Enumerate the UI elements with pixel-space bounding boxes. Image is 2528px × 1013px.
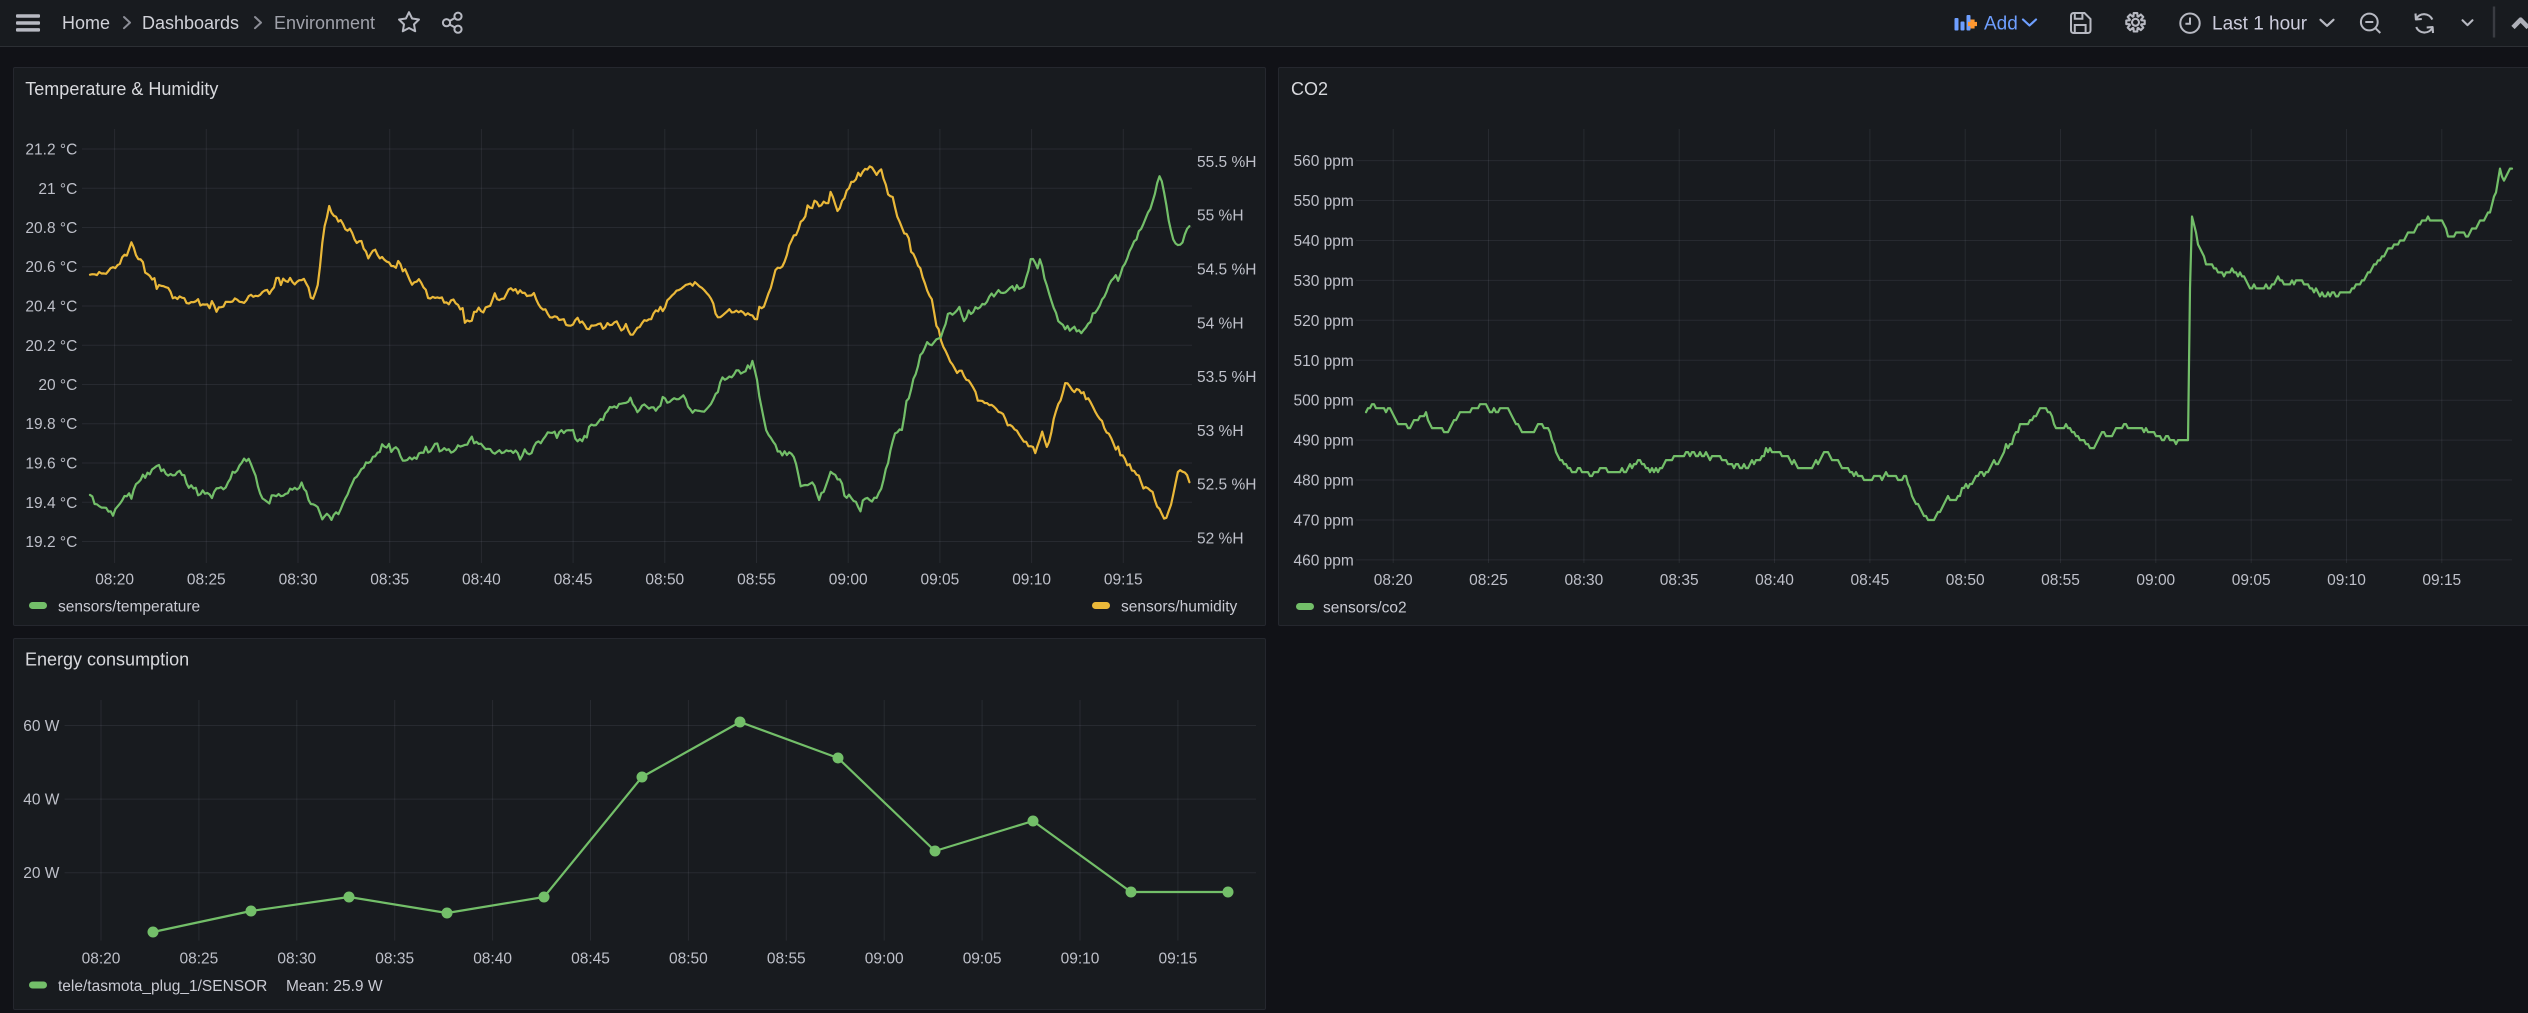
svg-text:Temperature & Humidity: Temperature & Humidity [25, 79, 218, 99]
svg-text:08:20: 08:20 [95, 572, 134, 589]
svg-text:490 ppm: 490 ppm [1293, 433, 1353, 450]
svg-text:20.8 °C: 20.8 °C [25, 220, 77, 237]
svg-text:08:35: 08:35 [1660, 572, 1699, 589]
svg-text:Last 1 hour: Last 1 hour [2212, 14, 2308, 35]
svg-text:09:10: 09:10 [2327, 572, 2366, 589]
svg-text:09:15: 09:15 [1104, 572, 1143, 589]
svg-text:19.8 °C: 19.8 °C [25, 416, 77, 433]
svg-text:19.4 °C: 19.4 °C [25, 495, 77, 512]
svg-text:52 %H: 52 %H [1197, 531, 1244, 548]
svg-text:09:15: 09:15 [2422, 572, 2461, 589]
svg-text:21.2 °C: 21.2 °C [25, 142, 77, 159]
svg-text:09:00: 09:00 [2136, 572, 2175, 589]
svg-text:Home: Home [62, 13, 110, 33]
svg-text:08:20: 08:20 [1374, 572, 1413, 589]
svg-text:08:45: 08:45 [571, 950, 610, 967]
svg-text:480 ppm: 480 ppm [1293, 473, 1353, 490]
svg-text:09:00: 09:00 [865, 950, 904, 967]
svg-text:20.6 °C: 20.6 °C [25, 259, 77, 276]
svg-text:55.5 %H: 55.5 %H [1197, 154, 1256, 171]
svg-text:53.5 %H: 53.5 %H [1197, 369, 1256, 386]
svg-text:08:50: 08:50 [645, 572, 684, 589]
svg-text:08:30: 08:30 [1565, 572, 1604, 589]
svg-text:Dashboards: Dashboards [142, 13, 239, 33]
svg-text:09:15: 09:15 [1159, 950, 1198, 967]
svg-text:08:55: 08:55 [2041, 572, 2080, 589]
svg-text:08:45: 08:45 [554, 572, 593, 589]
svg-text:55 %H: 55 %H [1197, 208, 1244, 225]
svg-text:54 %H: 54 %H [1197, 315, 1244, 332]
svg-text:Environment: Environment [274, 13, 375, 33]
svg-text:Mean: 25.9 W: Mean: 25.9 W [286, 978, 383, 995]
svg-text:19.6 °C: 19.6 °C [25, 456, 77, 473]
svg-text:08:50: 08:50 [669, 950, 708, 967]
svg-text:460 ppm: 460 ppm [1293, 552, 1353, 569]
svg-text:40 W: 40 W [23, 792, 60, 809]
svg-text:08:50: 08:50 [1946, 572, 1985, 589]
svg-text:510 ppm: 510 ppm [1293, 353, 1353, 370]
svg-text:08:30: 08:30 [277, 950, 316, 967]
svg-text:CO2: CO2 [1291, 79, 1328, 99]
svg-text:tele/tasmota_plug_1/SENSOR: tele/tasmota_plug_1/SENSOR [58, 978, 267, 995]
svg-text:sensors/co2: sensors/co2 [1323, 599, 1407, 616]
svg-text:09:05: 09:05 [921, 572, 960, 589]
svg-text:540 ppm: 540 ppm [1293, 233, 1353, 250]
svg-text:20.4 °C: 20.4 °C [25, 299, 77, 316]
svg-text:Energy consumption: Energy consumption [25, 650, 189, 670]
svg-text:520 ppm: 520 ppm [1293, 313, 1353, 330]
svg-text:52.5 %H: 52.5 %H [1197, 477, 1256, 494]
svg-text:08:30: 08:30 [279, 572, 318, 589]
svg-text:08:55: 08:55 [767, 950, 806, 967]
svg-text:Add: Add [1984, 14, 2018, 35]
svg-text:470 ppm: 470 ppm [1293, 513, 1353, 530]
svg-text:09:10: 09:10 [1061, 950, 1100, 967]
svg-text:54.5 %H: 54.5 %H [1197, 262, 1256, 279]
svg-text:08:45: 08:45 [1851, 572, 1890, 589]
svg-text:530 ppm: 530 ppm [1293, 273, 1353, 290]
svg-text:08:25: 08:25 [1469, 572, 1508, 589]
svg-text:550 ppm: 550 ppm [1293, 193, 1353, 210]
svg-text:09:05: 09:05 [2232, 572, 2271, 589]
svg-text:08:40: 08:40 [473, 950, 512, 967]
svg-text:sensors/humidity: sensors/humidity [1121, 599, 1238, 616]
svg-text:560 ppm: 560 ppm [1293, 153, 1353, 170]
svg-text:08:20: 08:20 [82, 950, 121, 967]
svg-text:08:55: 08:55 [737, 572, 776, 589]
svg-text:08:40: 08:40 [462, 572, 501, 589]
svg-text:08:35: 08:35 [370, 572, 409, 589]
svg-text:21 °C: 21 °C [38, 181, 77, 198]
svg-text:09:05: 09:05 [963, 950, 1002, 967]
svg-text:20 W: 20 W [23, 865, 60, 882]
svg-text:08:40: 08:40 [1755, 572, 1794, 589]
svg-text:53 %H: 53 %H [1197, 423, 1244, 440]
svg-text:09:00: 09:00 [829, 572, 868, 589]
svg-text:sensors/temperature: sensors/temperature [58, 599, 200, 616]
svg-text:20 °C: 20 °C [38, 377, 77, 394]
svg-text:500 ppm: 500 ppm [1293, 393, 1353, 410]
svg-text:09:10: 09:10 [1012, 572, 1051, 589]
svg-text:08:25: 08:25 [187, 572, 226, 589]
svg-text:60 W: 60 W [23, 718, 60, 735]
svg-text:08:25: 08:25 [180, 950, 219, 967]
svg-text:08:35: 08:35 [375, 950, 414, 967]
svg-text:19.2 °C: 19.2 °C [25, 534, 77, 551]
svg-text:20.2 °C: 20.2 °C [25, 338, 77, 355]
